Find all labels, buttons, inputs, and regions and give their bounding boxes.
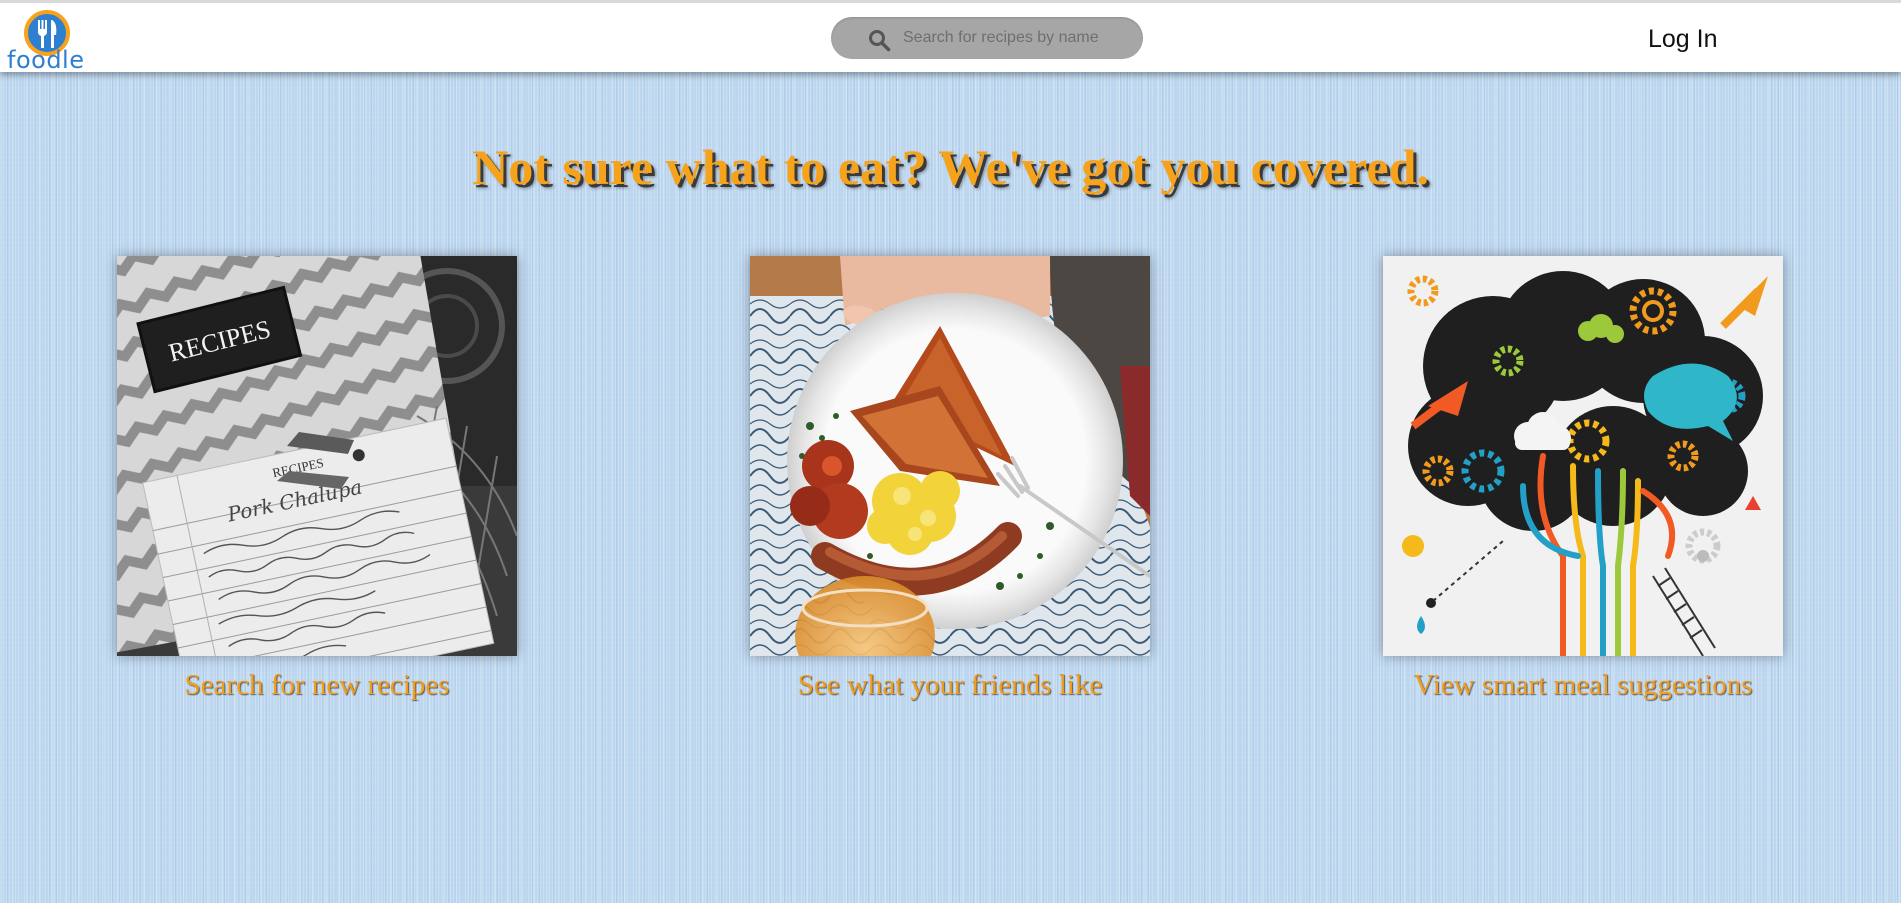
friends-likes-link[interactable]: See what your friends like — [670, 668, 1230, 702]
recipe-card-photo[interactable]: RECIPES RECIPES Pork Chalupa — [117, 256, 517, 656]
top-navigation-bar: foodle Log In — [0, 0, 1901, 73]
brand-name: foodle — [7, 46, 85, 74]
recipe-search-input[interactable] — [903, 23, 1133, 53]
login-link[interactable]: Log In — [1648, 25, 1718, 53]
friends-likes-card: See what your friends like — [750, 256, 1150, 702]
foodle-logo[interactable]: foodle — [4, 7, 92, 73]
breakfast-plate-photo[interactable] — [750, 256, 1150, 656]
meal-suggestions-card: View smart meal suggestions — [1383, 256, 1783, 702]
search-recipes-card: RECIPES RECIPES Pork Chalupa Search for … — [117, 256, 517, 702]
meal-suggestions-link[interactable]: View smart meal suggestions — [1303, 668, 1863, 702]
search-recipes-link[interactable]: Search for new recipes — [37, 668, 597, 702]
search-icon[interactable] — [867, 28, 891, 52]
smart-brain-illustration[interactable] — [1383, 256, 1783, 656]
hero-title: Not sure what to eat? We've got you cove… — [472, 139, 1429, 195]
recipe-search-bar — [831, 17, 1143, 59]
